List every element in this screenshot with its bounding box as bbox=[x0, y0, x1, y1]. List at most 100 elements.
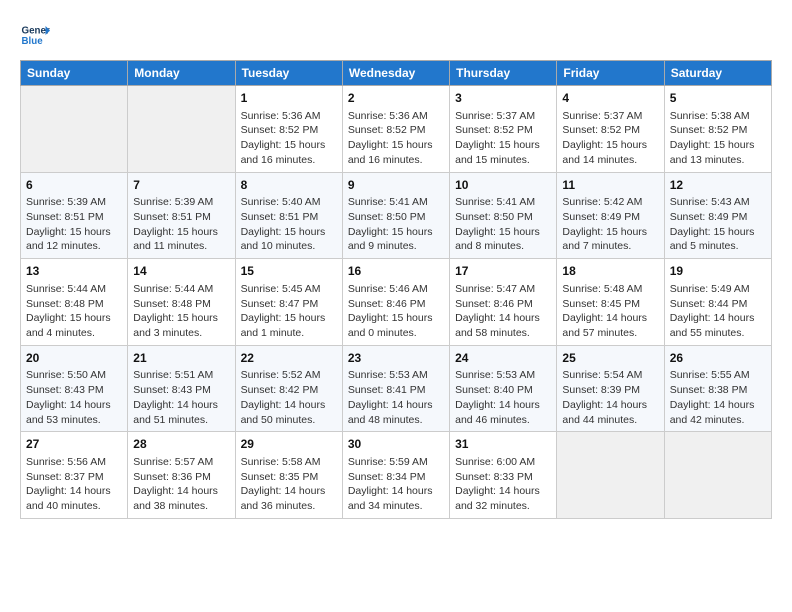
sunrise-text: Sunrise: 5:49 AM bbox=[670, 282, 766, 297]
sunset-text: Sunset: 8:45 PM bbox=[562, 297, 658, 312]
daylight-text: Daylight: 15 hours and 11 minutes. bbox=[133, 225, 229, 254]
day-number: 21 bbox=[133, 350, 229, 367]
calendar-cell: 13Sunrise: 5:44 AMSunset: 8:48 PMDayligh… bbox=[21, 259, 128, 346]
daylight-text: Daylight: 14 hours and 48 minutes. bbox=[348, 398, 444, 427]
calendar-cell bbox=[21, 86, 128, 173]
calendar-cell: 7Sunrise: 5:39 AMSunset: 8:51 PMDaylight… bbox=[128, 172, 235, 259]
sunrise-text: Sunrise: 5:42 AM bbox=[562, 195, 658, 210]
calendar-cell: 26Sunrise: 5:55 AMSunset: 8:38 PMDayligh… bbox=[664, 345, 771, 432]
calendar-cell: 17Sunrise: 5:47 AMSunset: 8:46 PMDayligh… bbox=[450, 259, 557, 346]
calendar-cell: 19Sunrise: 5:49 AMSunset: 8:44 PMDayligh… bbox=[664, 259, 771, 346]
daylight-text: Daylight: 14 hours and 40 minutes. bbox=[26, 484, 122, 513]
sunset-text: Sunset: 8:41 PM bbox=[348, 383, 444, 398]
day-number: 20 bbox=[26, 350, 122, 367]
sunset-text: Sunset: 8:39 PM bbox=[562, 383, 658, 398]
calendar-cell: 14Sunrise: 5:44 AMSunset: 8:48 PMDayligh… bbox=[128, 259, 235, 346]
calendar-cell: 4Sunrise: 5:37 AMSunset: 8:52 PMDaylight… bbox=[557, 86, 664, 173]
calendar-cell: 29Sunrise: 5:58 AMSunset: 8:35 PMDayligh… bbox=[235, 432, 342, 519]
calendar-cell: 2Sunrise: 5:36 AMSunset: 8:52 PMDaylight… bbox=[342, 86, 449, 173]
weekday-header: Monday bbox=[128, 61, 235, 86]
calendar-cell bbox=[557, 432, 664, 519]
sunrise-text: Sunrise: 5:59 AM bbox=[348, 455, 444, 470]
day-number: 7 bbox=[133, 177, 229, 194]
daylight-text: Daylight: 14 hours and 44 minutes. bbox=[562, 398, 658, 427]
daylight-text: Daylight: 14 hours and 58 minutes. bbox=[455, 311, 551, 340]
sunrise-text: Sunrise: 5:41 AM bbox=[455, 195, 551, 210]
calendar-cell: 23Sunrise: 5:53 AMSunset: 8:41 PMDayligh… bbox=[342, 345, 449, 432]
daylight-text: Daylight: 15 hours and 0 minutes. bbox=[348, 311, 444, 340]
day-number: 2 bbox=[348, 90, 444, 107]
sunrise-text: Sunrise: 5:53 AM bbox=[348, 368, 444, 383]
daylight-text: Daylight: 14 hours and 32 minutes. bbox=[455, 484, 551, 513]
day-number: 18 bbox=[562, 263, 658, 280]
daylight-text: Daylight: 15 hours and 13 minutes. bbox=[670, 138, 766, 167]
day-number: 15 bbox=[241, 263, 337, 280]
daylight-text: Daylight: 15 hours and 3 minutes. bbox=[133, 311, 229, 340]
day-number: 11 bbox=[562, 177, 658, 194]
sunset-text: Sunset: 8:46 PM bbox=[455, 297, 551, 312]
sunrise-text: Sunrise: 5:41 AM bbox=[348, 195, 444, 210]
weekday-header: Thursday bbox=[450, 61, 557, 86]
calendar-cell: 8Sunrise: 5:40 AMSunset: 8:51 PMDaylight… bbox=[235, 172, 342, 259]
calendar-cell: 1Sunrise: 5:36 AMSunset: 8:52 PMDaylight… bbox=[235, 86, 342, 173]
sunrise-text: Sunrise: 5:36 AM bbox=[241, 109, 337, 124]
calendar-cell: 31Sunrise: 6:00 AMSunset: 8:33 PMDayligh… bbox=[450, 432, 557, 519]
calendar-cell: 18Sunrise: 5:48 AMSunset: 8:45 PMDayligh… bbox=[557, 259, 664, 346]
svg-text:Blue: Blue bbox=[22, 36, 44, 47]
sunrise-text: Sunrise: 5:46 AM bbox=[348, 282, 444, 297]
sunrise-text: Sunrise: 5:44 AM bbox=[26, 282, 122, 297]
daylight-text: Daylight: 14 hours and 50 minutes. bbox=[241, 398, 337, 427]
calendar-cell: 28Sunrise: 5:57 AMSunset: 8:36 PMDayligh… bbox=[128, 432, 235, 519]
day-number: 4 bbox=[562, 90, 658, 107]
sunrise-text: Sunrise: 5:44 AM bbox=[133, 282, 229, 297]
sunrise-text: Sunrise: 5:57 AM bbox=[133, 455, 229, 470]
calendar-table: SundayMondayTuesdayWednesdayThursdayFrid… bbox=[20, 60, 772, 519]
calendar-cell: 15Sunrise: 5:45 AMSunset: 8:47 PMDayligh… bbox=[235, 259, 342, 346]
sunrise-text: Sunrise: 5:48 AM bbox=[562, 282, 658, 297]
sunset-text: Sunset: 8:52 PM bbox=[348, 123, 444, 138]
sunset-text: Sunset: 8:35 PM bbox=[241, 470, 337, 485]
daylight-text: Daylight: 15 hours and 1 minute. bbox=[241, 311, 337, 340]
sunset-text: Sunset: 8:52 PM bbox=[562, 123, 658, 138]
sunset-text: Sunset: 8:52 PM bbox=[241, 123, 337, 138]
sunset-text: Sunset: 8:51 PM bbox=[26, 210, 122, 225]
day-number: 27 bbox=[26, 436, 122, 453]
sunrise-text: Sunrise: 5:36 AM bbox=[348, 109, 444, 124]
sunrise-text: Sunrise: 5:38 AM bbox=[670, 109, 766, 124]
weekday-header: Saturday bbox=[664, 61, 771, 86]
sunrise-text: Sunrise: 5:54 AM bbox=[562, 368, 658, 383]
logo-icon: General Blue bbox=[20, 20, 50, 50]
sunset-text: Sunset: 8:51 PM bbox=[241, 210, 337, 225]
sunrise-text: Sunrise: 5:53 AM bbox=[455, 368, 551, 383]
daylight-text: Daylight: 14 hours and 36 minutes. bbox=[241, 484, 337, 513]
sunset-text: Sunset: 8:42 PM bbox=[241, 383, 337, 398]
calendar-cell: 20Sunrise: 5:50 AMSunset: 8:43 PMDayligh… bbox=[21, 345, 128, 432]
calendar-cell: 30Sunrise: 5:59 AMSunset: 8:34 PMDayligh… bbox=[342, 432, 449, 519]
day-number: 31 bbox=[455, 436, 551, 453]
calendar-cell bbox=[664, 432, 771, 519]
sunset-text: Sunset: 8:50 PM bbox=[348, 210, 444, 225]
sunrise-text: Sunrise: 5:47 AM bbox=[455, 282, 551, 297]
sunset-text: Sunset: 8:36 PM bbox=[133, 470, 229, 485]
sunrise-text: Sunrise: 6:00 AM bbox=[455, 455, 551, 470]
day-number: 1 bbox=[241, 90, 337, 107]
sunset-text: Sunset: 8:49 PM bbox=[670, 210, 766, 225]
day-number: 5 bbox=[670, 90, 766, 107]
day-number: 29 bbox=[241, 436, 337, 453]
day-number: 28 bbox=[133, 436, 229, 453]
daylight-text: Daylight: 14 hours and 42 minutes. bbox=[670, 398, 766, 427]
day-number: 6 bbox=[26, 177, 122, 194]
sunset-text: Sunset: 8:48 PM bbox=[133, 297, 229, 312]
daylight-text: Daylight: 14 hours and 53 minutes. bbox=[26, 398, 122, 427]
weekday-header: Wednesday bbox=[342, 61, 449, 86]
sunrise-text: Sunrise: 5:50 AM bbox=[26, 368, 122, 383]
daylight-text: Daylight: 14 hours and 34 minutes. bbox=[348, 484, 444, 513]
sunset-text: Sunset: 8:48 PM bbox=[26, 297, 122, 312]
sunset-text: Sunset: 8:43 PM bbox=[133, 383, 229, 398]
day-number: 19 bbox=[670, 263, 766, 280]
sunset-text: Sunset: 8:37 PM bbox=[26, 470, 122, 485]
sunrise-text: Sunrise: 5:56 AM bbox=[26, 455, 122, 470]
calendar-cell: 11Sunrise: 5:42 AMSunset: 8:49 PMDayligh… bbox=[557, 172, 664, 259]
calendar-cell: 6Sunrise: 5:39 AMSunset: 8:51 PMDaylight… bbox=[21, 172, 128, 259]
sunrise-text: Sunrise: 5:37 AM bbox=[455, 109, 551, 124]
